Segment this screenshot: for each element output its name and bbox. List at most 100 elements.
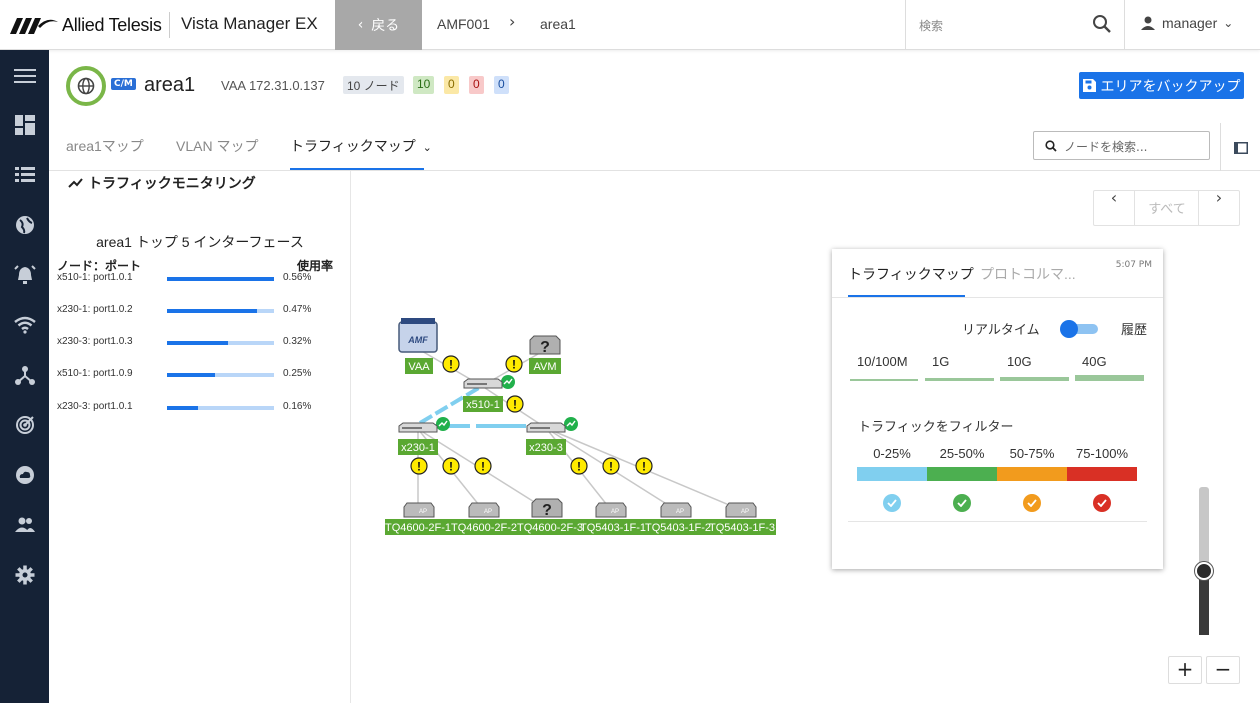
list-icon[interactable]: [12, 162, 38, 188]
dashboard-icon[interactable]: [12, 112, 38, 138]
svg-text:!: !: [642, 460, 646, 474]
chevron-right-icon[interactable]: ›: [1198, 190, 1239, 225]
warning-icon[interactable]: !: [602, 457, 620, 475]
topology-icon[interactable]: [12, 362, 38, 388]
node-unknown[interactable]: ?: [531, 498, 563, 519]
speed-legend-item: 40G: [1075, 353, 1144, 381]
filter-checkbox-50-75[interactable]: [1023, 494, 1041, 512]
warning-icon[interactable]: !: [570, 457, 588, 475]
tab-legend-traffic[interactable]: トラフィックマップ: [848, 264, 974, 284]
ap-text: AP: [741, 509, 749, 515]
node-label: TQ4600-2F-2: [451, 522, 517, 534]
list-item[interactable]: x510-1: port1.0.1 0.56%: [57, 272, 337, 286]
node-ap[interactable]: AP: [595, 502, 627, 518]
svg-text:!: !: [512, 358, 516, 372]
top-search-input[interactable]: 検索: [919, 17, 943, 34]
warning-icon[interactable]: !: [635, 457, 653, 475]
warning-icon[interactable]: !: [505, 355, 523, 373]
node-ap[interactable]: AP: [725, 502, 757, 518]
realtime-history-toggle[interactable]: [1060, 320, 1100, 338]
speed-label: 10G: [1007, 354, 1032, 369]
interface-label: x230-3: port1.0.1: [57, 401, 133, 412]
user-menu[interactable]: manager ⌄: [1140, 15, 1233, 31]
interface-label: x230-3: port1.0.3: [57, 336, 133, 347]
user-icon: [1141, 16, 1155, 30]
side-panel-toggle-icon[interactable]: [1234, 139, 1248, 158]
filter-checkbox-0-25[interactable]: [883, 494, 901, 512]
active-tab-indicator: [290, 168, 424, 170]
speed-legend-item: 10G: [1000, 353, 1069, 381]
settings-icon[interactable]: [12, 562, 38, 588]
filter-checkbox-75-100[interactable]: [1093, 494, 1111, 512]
node-x230-3[interactable]: x230-3: [526, 422, 566, 455]
warning-icon[interactable]: !: [410, 457, 428, 475]
node-ap[interactable]: AP: [403, 502, 435, 518]
list-item[interactable]: x230-3: port1.0.3 0.32%: [57, 336, 337, 350]
node-label: TQ5403-1F-2: [645, 522, 711, 534]
filter-title: トラフィックをフィルター: [858, 419, 1014, 434]
node-x230-1[interactable]: x230-1: [398, 422, 438, 455]
backup-area-button[interactable]: エリアをバックアップ: [1079, 72, 1244, 99]
list-item[interactable]: x230-1: port1.0.2 0.47%: [57, 304, 337, 318]
node-label: TQ5403-1F-3: [709, 522, 775, 534]
search-icon[interactable]: [1092, 14, 1112, 34]
traffic-ok-icon: [436, 417, 450, 431]
node-ap[interactable]: AP: [468, 502, 500, 518]
filter-color-bar: [1067, 467, 1137, 481]
pager-all-label: すべて: [1148, 202, 1186, 217]
menu-icon[interactable]: [12, 63, 38, 89]
area-globe-icon: [66, 66, 106, 106]
top-search[interactable]: 検索: [905, 0, 1125, 50]
node-ap[interactable]: AP: [660, 502, 692, 518]
node-label: x230-3: [529, 442, 563, 454]
topology-map[interactable]: ! ! ! ! ! ! ! ! ! AMF VAA ? AVM x510-1 x…: [380, 310, 790, 550]
warning-icon[interactable]: !: [506, 395, 524, 413]
tab-legend-protocol[interactable]: プロトコルマ...: [980, 264, 1076, 284]
chevron-left-icon[interactable]: ‹: [1094, 190, 1135, 225]
check-icon: [1027, 499, 1037, 507]
vaa-address: VAA 172.31.0.137: [221, 78, 325, 93]
node-search[interactable]: ノードを検索...: [1033, 131, 1210, 160]
warning-icon[interactable]: !: [442, 355, 460, 373]
wifi-icon[interactable]: [12, 312, 38, 338]
back-button[interactable]: ‹ 戻る: [335, 0, 422, 50]
divider: [1220, 123, 1221, 171]
zoom-out-button[interactable]: −: [1206, 656, 1240, 684]
realtime-label: リアルタイム: [962, 322, 1040, 337]
svg-text:!: !: [481, 460, 485, 474]
unknown-device-text: ?: [542, 502, 552, 519]
user-name: manager: [1162, 15, 1218, 31]
traffic-ok-icon: [501, 375, 515, 389]
warning-icon[interactable]: !: [474, 457, 492, 475]
warning-icon[interactable]: !: [442, 457, 460, 475]
node-avm[interactable]: ? AVM: [529, 335, 561, 374]
node-vaa[interactable]: AMF VAA: [398, 318, 438, 374]
filter-checkbox-25-50[interactable]: [953, 494, 971, 512]
breadcrumb-area1[interactable]: area1: [540, 16, 576, 32]
tab-area-map[interactable]: area1マップ: [66, 136, 144, 156]
zoom-in-button[interactable]: +: [1168, 656, 1202, 684]
signal-icon[interactable]: [12, 412, 38, 438]
list-item[interactable]: x230-3: port1.0.1 0.16%: [57, 401, 337, 415]
brand-logo[interactable]: Allied Telesis: [10, 12, 162, 38]
alarm-icon[interactable]: [12, 262, 38, 288]
users-icon[interactable]: [12, 512, 38, 538]
usage-value: 0.47%: [283, 304, 312, 315]
tab-vlan-map[interactable]: VLAN マップ: [176, 136, 258, 156]
cloud-icon[interactable]: [12, 462, 38, 488]
divider: [832, 297, 1163, 298]
tab-traffic-map[interactable]: トラフィックマップ ⌄: [290, 136, 432, 156]
globe-icon[interactable]: [12, 212, 38, 238]
filter-color-bar: [997, 467, 1067, 481]
node-label: x510-1: [466, 399, 500, 411]
list-item[interactable]: x510-1: port1.0.9 0.25%: [57, 368, 337, 382]
usage-value: 0.56%: [283, 272, 312, 283]
backup-label: エリアをバックアップ: [1100, 77, 1241, 94]
panel-title: トラフィックモニタリング: [68, 173, 256, 193]
sidebar: [0, 50, 49, 703]
zoom-slider[interactable]: [1195, 487, 1213, 635]
zoom-slider-handle[interactable]: [1195, 562, 1213, 580]
ap-text: AP: [484, 509, 492, 515]
node-search-input[interactable]: ノードを検索...: [1064, 138, 1147, 155]
breadcrumb-amf001[interactable]: AMF001: [437, 16, 490, 32]
